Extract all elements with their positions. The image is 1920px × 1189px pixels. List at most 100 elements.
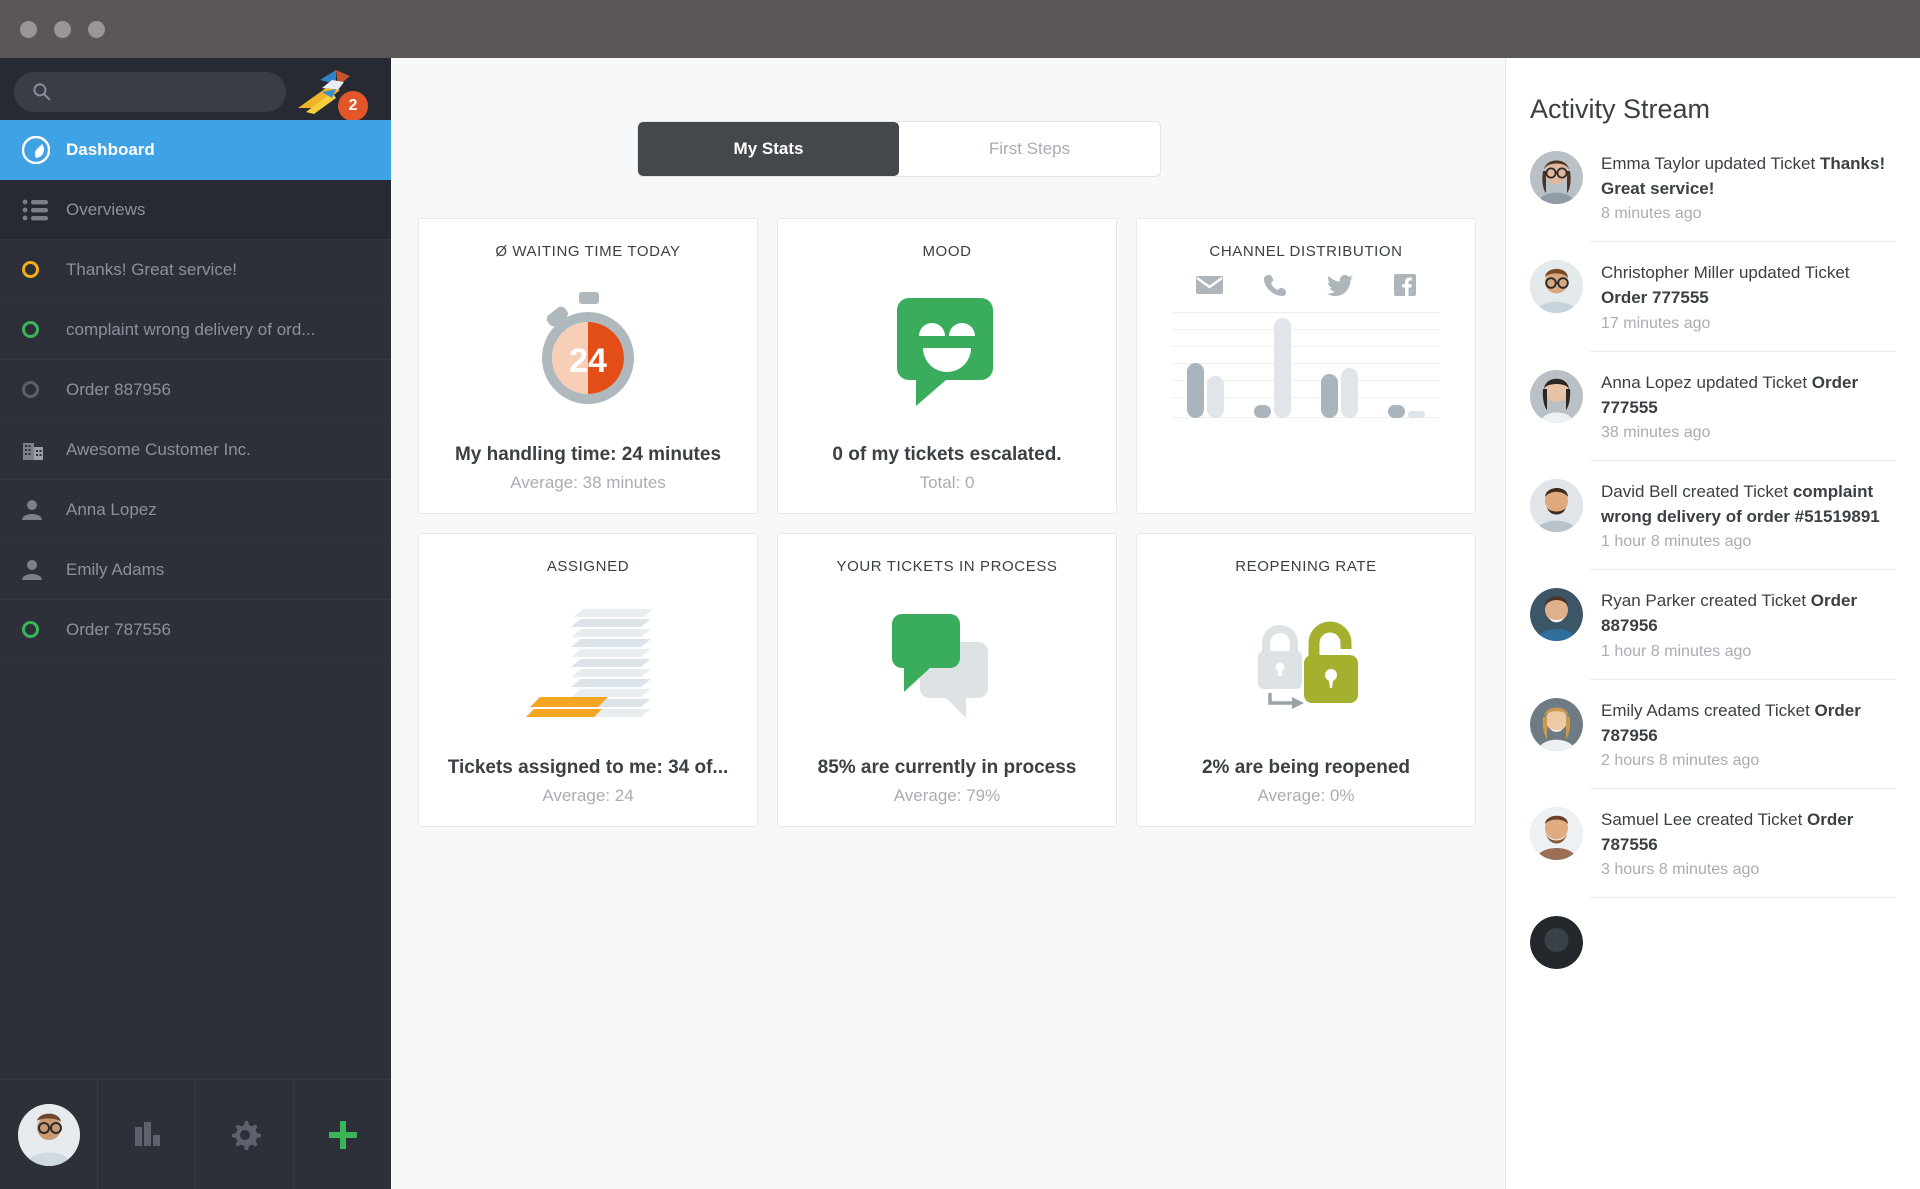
activity-item[interactable]: David Bell created Ticket complaint wron… — [1506, 478, 1920, 569]
card-tickets-in-process[interactable]: YOUR TICKETS IN PROCESS 85% are currentl… — [777, 533, 1117, 827]
dashboard-icon — [22, 136, 52, 164]
notification-badge[interactable]: 2 — [338, 91, 368, 121]
gear-icon — [231, 1121, 261, 1150]
activity-time: 17 minutes ago — [1601, 314, 1711, 332]
sidebar-item-dashboard[interactable]: Dashboard — [0, 120, 391, 180]
plus-icon — [328, 1121, 357, 1149]
activity-item[interactable]: Anna Lopez updated Ticket Order 777555 3… — [1506, 369, 1920, 460]
card-title: YOUR TICKETS IN PROCESS — [836, 558, 1058, 575]
activity-item[interactable]: Emma Taylor updated Ticket Thanks! Great… — [1506, 151, 1920, 241]
new-item-button[interactable] — [294, 1080, 391, 1189]
paper-stack-icon — [526, 609, 653, 717]
activity-text: Emma Taylor updated Ticket Thanks! Great… — [1601, 151, 1896, 201]
stopwatch-icon: 24 — [542, 292, 634, 404]
activity-actor: Anna Lopez — [1601, 372, 1692, 392]
sidebar-item-user-anna-lopez[interactable]: Anna Lopez — [0, 480, 391, 540]
sidebar-item-label: Order 887956 — [66, 379, 171, 399]
card-visual — [778, 260, 1116, 444]
sidebar-item-ticket-complaint[interactable]: complaint wrong delivery of ord... — [0, 300, 391, 360]
card-title: REOPENING RATE — [1235, 558, 1377, 575]
activity-subject[interactable]: Order 777555 — [1601, 288, 1709, 307]
bar-pair-email — [1187, 363, 1224, 418]
sidebar-item-label: Overviews — [66, 199, 146, 219]
card-main-text: 2% are being reopened — [1201, 757, 1410, 778]
sidebar-footer — [0, 1079, 391, 1189]
activity-item[interactable]: Christopher Miller updated Ticket Order … — [1506, 260, 1920, 350]
card-mood[interactable]: MOOD 0 of my tickets escalated. Total: 0 — [777, 218, 1117, 514]
phone-icon — [1264, 275, 1287, 296]
activity-item[interactable]: Ryan Parker created Ticket Order 887956 … — [1506, 588, 1920, 678]
sidebar-item-label: complaint wrong delivery of ord... — [66, 319, 316, 339]
sidebar-item-organization[interactable]: Awesome Customer Inc. — [0, 420, 391, 480]
activity-action: created Ticket — [1682, 481, 1789, 501]
card-visual: 24 — [419, 260, 757, 444]
settings-button[interactable] — [196, 1080, 294, 1189]
card-visual — [419, 575, 757, 757]
building-icon — [22, 439, 52, 461]
activity-text: Samuel Lee created Ticket Order 787556 — [1601, 807, 1896, 857]
card-sub-text: Average: 79% — [893, 786, 1001, 805]
activity-actor: David Bell — [1601, 481, 1678, 501]
activity-item[interactable]: Emily Adams created Ticket Order 787956 … — [1506, 697, 1920, 788]
sidebar-item-ticket-thanks[interactable]: Thanks! Great service! — [0, 240, 391, 300]
bar-pair-phone — [1254, 318, 1291, 418]
search-input[interactable] — [60, 72, 274, 112]
main-content: My Stats First Steps Ø WAITING TIME TODA… — [391, 58, 1505, 1189]
card-reopening-rate[interactable]: REOPENING RATE 2% are being reopened Ave… — [1136, 533, 1476, 827]
lock-open-icon — [1304, 621, 1358, 703]
user-icon — [22, 559, 52, 580]
minimize-button[interactable] — [54, 21, 71, 38]
avatar-samuel-lee — [1530, 806, 1583, 860]
sidebar-item-label: Dashboard — [66, 140, 155, 159]
avatar-emma-taylor — [1530, 151, 1583, 204]
stats-tabs: My Stats First Steps — [637, 121, 1161, 177]
maximize-button[interactable] — [88, 21, 105, 38]
tab-first-steps[interactable]: First Steps — [899, 122, 1160, 176]
activity-time: 8 minutes ago — [1601, 205, 1702, 223]
sidebar-item-order-787556[interactable]: Order 787556 — [0, 600, 391, 660]
sidebar-item-user-emily-adams[interactable]: Emily Adams — [0, 540, 391, 600]
card-assigned[interactable]: ASSIGNED Tickets assigned to me: 34 of..… — [418, 533, 758, 827]
divider — [1590, 350, 1896, 352]
sidebar-item-label: Order 787556 — [66, 619, 171, 639]
sidebar-item-overviews[interactable]: Overviews — [0, 180, 391, 240]
ring-yellow-icon — [22, 261, 52, 278]
card-title: MOOD — [922, 243, 972, 260]
divider — [1590, 569, 1896, 571]
card-title: ASSIGNED — [546, 558, 630, 575]
activity-time: 2 hours 8 minutes ago — [1601, 751, 1760, 769]
avatar-partial — [1530, 916, 1583, 970]
stat-card-grid: Ø WAITING TIME TODAY 24 My handling time… — [418, 218, 1476, 827]
activity-item[interactable]: Samuel Lee created Ticket Order 787556 3… — [1506, 806, 1920, 897]
activity-time: 1 hour 8 minutes ago — [1601, 642, 1752, 660]
tab-my-stats[interactable]: My Stats — [638, 122, 899, 176]
sidebar-item-order-887956[interactable]: Order 887956 — [0, 360, 391, 420]
card-channel-distribution[interactable]: CHANNEL DISTRIBUTION — [1136, 218, 1476, 514]
activity-action: created Ticket — [1703, 700, 1810, 720]
divider — [1590, 897, 1896, 899]
double-speech-bubble-icon — [892, 614, 988, 718]
activity-text: Anna Lopez updated Ticket Order 777555 — [1601, 370, 1896, 420]
card-main-text: 85% are currently in process — [817, 757, 1077, 778]
search-box[interactable] — [14, 72, 286, 112]
activity-actor: Emma Taylor — [1601, 154, 1700, 173]
avatar-ryan-parker — [1530, 588, 1583, 642]
stopwatch-value: 24 — [569, 342, 607, 380]
avatar-emily-adams — [1530, 697, 1583, 751]
card-title: Ø WAITING TIME TODAY — [495, 243, 681, 260]
close-button[interactable] — [20, 21, 37, 38]
profile-avatar-button[interactable] — [0, 1080, 98, 1189]
ring-green-icon — [22, 621, 52, 638]
window-controls[interactable] — [20, 21, 105, 38]
card-sub-text: Average: 0% — [1257, 786, 1355, 805]
card-waiting-time[interactable]: Ø WAITING TIME TODAY 24 My handling time… — [418, 218, 758, 514]
search-icon — [33, 83, 51, 101]
activity-item-partial[interactable] — [1506, 916, 1920, 987]
card-sub-text: Average: 24 — [542, 786, 634, 805]
activity-action: updated Ticket — [1696, 372, 1808, 392]
sidebar-item-label: Anna Lopez — [66, 499, 157, 519]
activity-time: 38 minutes ago — [1601, 423, 1711, 441]
activity-actor: Ryan Parker — [1601, 591, 1696, 611]
reporting-button[interactable] — [98, 1080, 196, 1189]
activity-text: Ryan Parker created Ticket Order 887956 — [1601, 588, 1896, 638]
